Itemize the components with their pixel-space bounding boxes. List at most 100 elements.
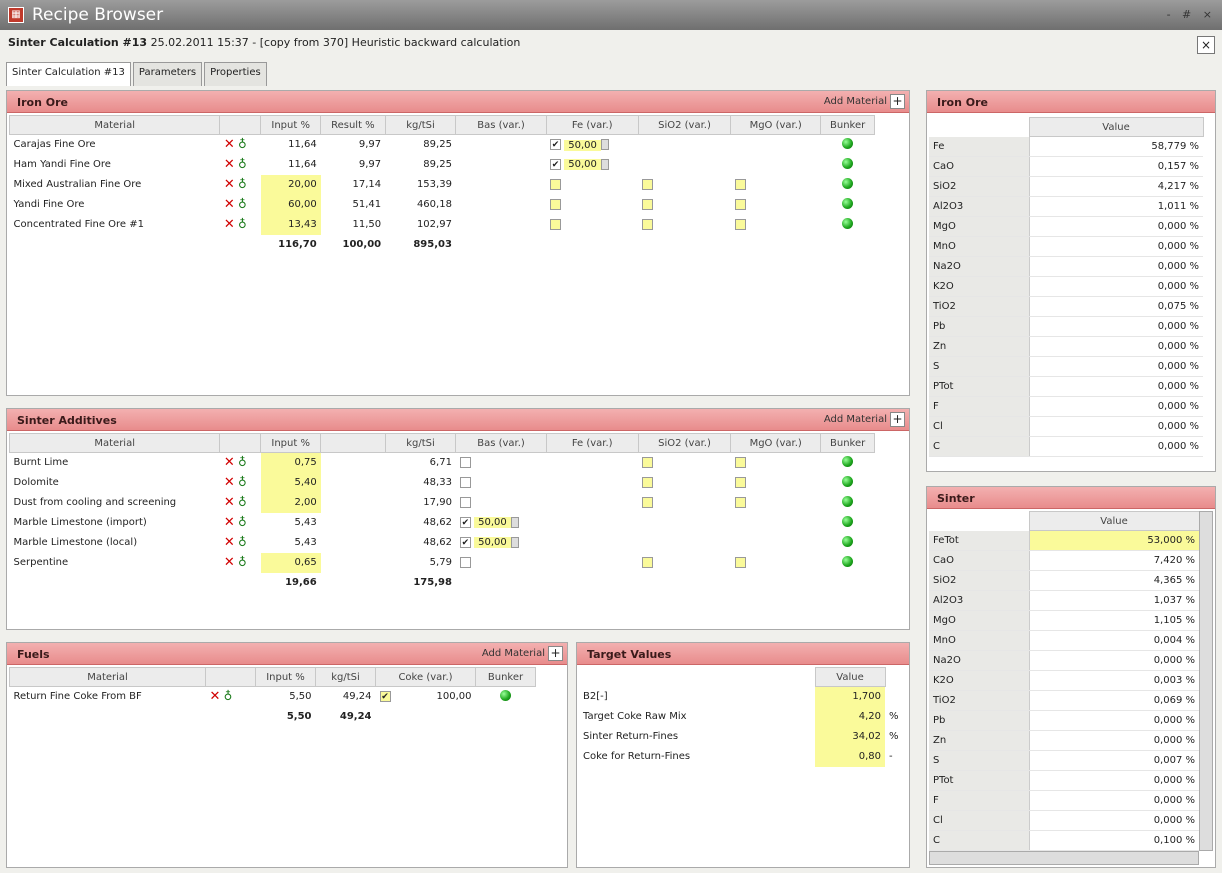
flask-icon[interactable]: ♁ xyxy=(238,217,247,231)
add-material-button[interactable]: + xyxy=(548,646,563,661)
col-header[interactable]: kg/tSi xyxy=(384,115,457,135)
table-row[interactable]: Dolomite ✕ ♁ 5,40 48,33 xyxy=(10,472,875,493)
flask-icon[interactable]: ♁ xyxy=(238,157,247,171)
target-row[interactable]: Sinter Return-Fines 34,02% xyxy=(579,726,905,747)
analysis-row[interactable]: C 0,000 % xyxy=(929,436,1203,457)
element-value[interactable]: 0,000 % xyxy=(1029,236,1203,257)
col-header[interactable]: Bas (var.) xyxy=(455,115,547,135)
col-header[interactable]: SiO2 (var.) xyxy=(637,433,732,453)
checkbox[interactable]: ✔ xyxy=(379,691,391,702)
analysis-row[interactable]: FeTot 53,000 % xyxy=(929,530,1199,551)
col-header[interactable]: Material xyxy=(9,667,206,687)
input-percent-field[interactable]: 5,50 xyxy=(256,687,316,707)
spinner[interactable] xyxy=(510,536,519,548)
checkbox[interactable] xyxy=(734,198,746,210)
bas-value-field[interactable]: 50,00 xyxy=(474,537,511,549)
flask-icon[interactable]: ♁ xyxy=(238,535,247,549)
element-value[interactable]: 0,000 % xyxy=(1029,416,1203,437)
target-row[interactable]: Coke for Return-Fines 0,80- xyxy=(579,746,905,767)
checkbox[interactable] xyxy=(734,556,746,568)
col-header[interactable]: Input % xyxy=(260,115,322,135)
analysis-row[interactable]: C 0,100 % xyxy=(929,830,1199,851)
input-percent-field[interactable]: 2,00 xyxy=(260,492,321,513)
delete-icon[interactable]: ✕ xyxy=(224,535,235,550)
analysis-row[interactable]: PTot 0,000 % xyxy=(929,770,1199,791)
target-value-field[interactable]: 34,02 xyxy=(815,726,885,747)
col-header[interactable]: Fe (var.) xyxy=(545,115,639,135)
element-value[interactable]: 0,000 % xyxy=(1029,356,1203,377)
analysis-row[interactable]: Cl 0,000 % xyxy=(929,810,1199,831)
flask-icon[interactable]: ♁ xyxy=(224,689,233,703)
table-row[interactable]: Yandi Fine Ore ✕ ♁ 60,00 51,41 460,18 xyxy=(10,194,875,215)
checkbox[interactable] xyxy=(734,457,746,468)
analysis-row[interactable]: TiO2 0,075 % xyxy=(929,296,1203,317)
target-row[interactable]: B2[-] 1,700 xyxy=(579,686,905,707)
element-value[interactable]: 0,000 % xyxy=(1029,276,1203,297)
element-value[interactable]: 0,000 % xyxy=(1029,730,1199,751)
analysis-row[interactable]: Fe 58,779 % xyxy=(929,136,1203,157)
input-percent-field[interactable]: 60,00 xyxy=(260,194,321,215)
delete-icon[interactable]: ✕ xyxy=(224,475,235,490)
delete-icon[interactable]: ✕ xyxy=(224,495,235,510)
input-percent-field[interactable]: 5,43 xyxy=(261,533,321,553)
fe-value-field[interactable]: 50,00 xyxy=(564,159,601,171)
checkbox[interactable] xyxy=(642,457,654,468)
input-percent-field[interactable]: 5,40 xyxy=(260,472,321,493)
col-header[interactable]: Material xyxy=(8,433,221,453)
analysis-row[interactable]: Na2O 0,000 % xyxy=(929,256,1203,277)
element-value[interactable]: 0,000 % xyxy=(1029,650,1199,671)
table-row[interactable]: Burnt Lime ✕ ♁ 0,75 6,71 xyxy=(10,452,875,473)
element-value[interactable]: 4,217 % xyxy=(1029,176,1203,197)
checkbox[interactable] xyxy=(734,496,746,508)
horizontal-scrollbar[interactable] xyxy=(929,851,1199,865)
element-value[interactable]: 0,000 % xyxy=(1029,436,1203,457)
bas-value-field[interactable]: 50,00 xyxy=(474,517,511,529)
fe-value-field[interactable]: 50,00 xyxy=(564,139,601,151)
checkbox[interactable] xyxy=(734,178,746,190)
flask-icon[interactable]: ♁ xyxy=(238,177,247,191)
table-row[interactable]: Return Fine Coke From BF ✕ ♁ 5,50 49,24 ✔ 10… xyxy=(10,687,536,707)
analysis-row[interactable]: S 0,000 % xyxy=(929,356,1203,377)
coke-value[interactable]: 100,00 xyxy=(437,691,472,702)
analysis-row[interactable]: S 0,007 % xyxy=(929,750,1199,771)
element-value[interactable]: 0,000 % xyxy=(1029,710,1199,731)
element-value[interactable]: 0,069 % xyxy=(1029,690,1199,711)
checkbox[interactable] xyxy=(642,218,654,230)
window-controls[interactable]: - # × xyxy=(1167,0,1216,30)
element-value[interactable]: 0,000 % xyxy=(1029,336,1203,357)
delete-icon[interactable]: ✕ xyxy=(224,137,235,152)
element-value[interactable]: 0,007 % xyxy=(1029,750,1199,771)
flask-icon[interactable]: ♁ xyxy=(238,475,247,489)
col-header[interactable]: Material xyxy=(8,115,221,135)
element-value[interactable]: 0,000 % xyxy=(1029,396,1203,417)
element-value[interactable]: 0,003 % xyxy=(1029,670,1199,691)
close-button[interactable]: × xyxy=(1197,36,1215,54)
target-value-field[interactable]: 0,80 xyxy=(815,746,885,767)
analysis-row[interactable]: Al2O3 1,037 % xyxy=(929,590,1199,611)
col-header[interactable]: Input % xyxy=(260,433,322,453)
element-value[interactable]: 0,000 % xyxy=(1029,770,1199,791)
analysis-row[interactable]: MnO 0,000 % xyxy=(929,236,1203,257)
table-row[interactable]: Mixed Australian Fine Ore ✕ ♁ 20,00 17,14 15… xyxy=(10,174,875,195)
delete-icon[interactable]: ✕ xyxy=(224,197,235,212)
spinner[interactable] xyxy=(510,516,519,528)
analysis-row[interactable]: MnO 0,004 % xyxy=(929,630,1199,651)
checkbox[interactable]: ✔ xyxy=(459,516,471,528)
checkbox[interactable] xyxy=(550,198,562,210)
analysis-row[interactable]: MgO 0,000 % xyxy=(929,216,1203,237)
analysis-row[interactable]: TiO2 0,069 % xyxy=(929,690,1199,711)
element-value[interactable]: 53,000 % xyxy=(1029,530,1199,551)
checkbox[interactable] xyxy=(550,218,562,230)
vertical-scrollbar[interactable] xyxy=(1199,511,1213,851)
col-header[interactable]: Coke (var.) xyxy=(375,667,476,687)
analysis-row[interactable]: PTot 0,000 % xyxy=(929,376,1203,397)
checkbox[interactable] xyxy=(642,496,654,508)
checkbox[interactable] xyxy=(459,556,471,568)
checkbox[interactable]: ✔ xyxy=(459,536,471,548)
analysis-row[interactable]: Zn 0,000 % xyxy=(929,730,1199,751)
target-value-field[interactable]: 4,20 xyxy=(815,706,885,727)
spinner[interactable] xyxy=(600,158,609,170)
tab-sinter-calculation[interactable]: Sinter Calculation #13 xyxy=(6,62,131,86)
element-value[interactable]: 0,000 % xyxy=(1029,810,1199,831)
analysis-row[interactable]: F 0,000 % xyxy=(929,396,1203,417)
